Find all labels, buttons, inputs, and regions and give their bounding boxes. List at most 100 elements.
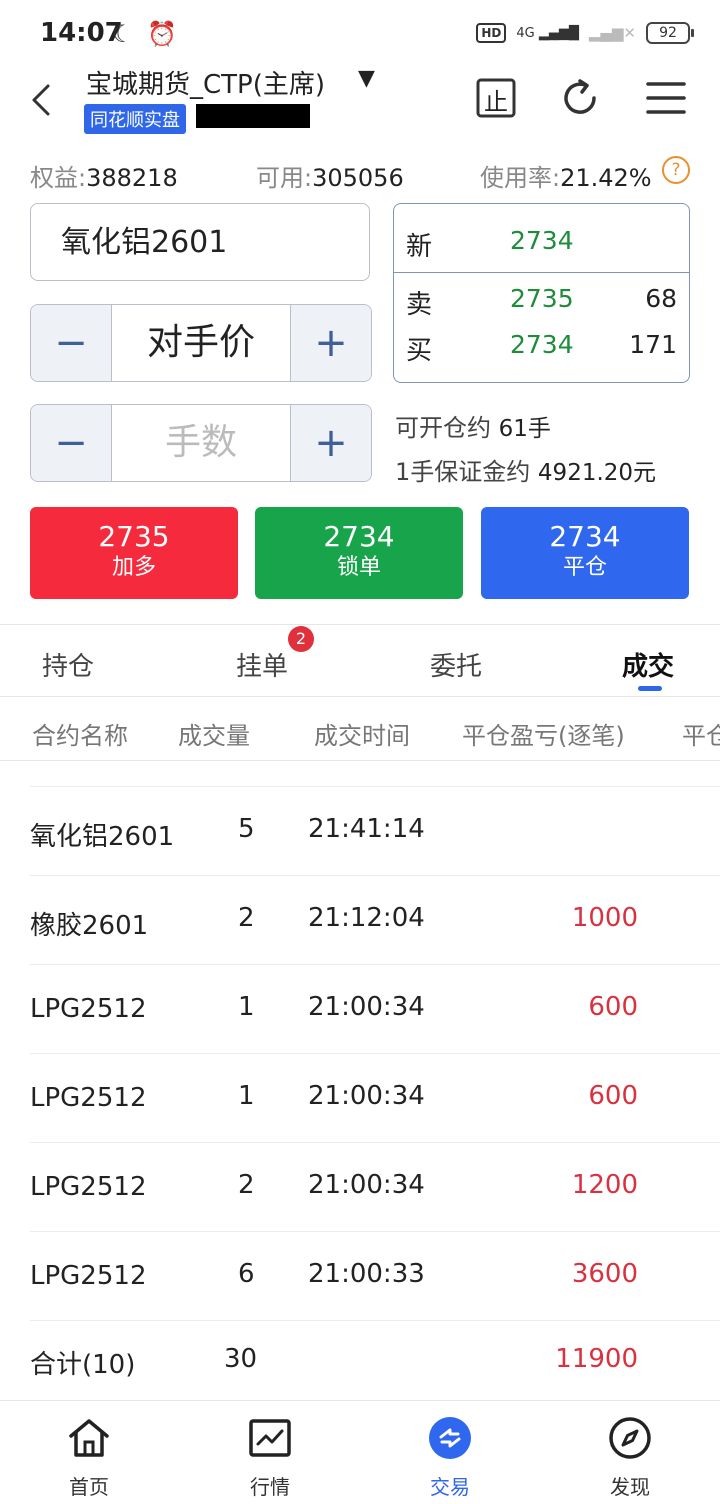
table-row[interactable]: LPG2512 6 21:00:33 3600 [0, 1231, 720, 1319]
table-row[interactable]: LPG2512 1 21:00:34 600 [0, 964, 720, 1052]
col-pnl: 平仓盈亏(逐笔) [462, 722, 625, 750]
account-title[interactable]: 宝城期货_CTP(主席) [86, 64, 325, 101]
divider [0, 760, 720, 761]
row-volume: 5 [238, 814, 255, 844]
divider [0, 1400, 720, 1401]
ask-price: 2735 [510, 284, 574, 313]
col-contract: 合约名称 [32, 722, 128, 750]
nav-discover-label: 发现 [610, 1475, 650, 1499]
quote-divider [394, 272, 689, 273]
price-mode[interactable]: 对手价 [111, 305, 291, 381]
row-contract: 氧化铝2601 [30, 822, 175, 852]
contract-input[interactable]: 氧化铝2601 [30, 203, 370, 281]
nav-trade[interactable]: 交易 [405, 1416, 495, 1500]
bid-price: 2734 [510, 330, 574, 359]
row-pnl: 600 [588, 1081, 638, 1111]
tab-indicator [638, 686, 662, 691]
margin-per-lot: 1手保证金约 4921.20元 [395, 458, 657, 486]
open-capacity: 可开仓约 61手 [395, 414, 551, 442]
row-pnl: 1000 [571, 903, 638, 933]
lock-button[interactable]: 2734 锁单 [255, 507, 463, 599]
signal-off-icon: ▂▄▆✕ [588, 24, 636, 42]
row-time: 21:00:34 [308, 1081, 425, 1111]
available-value: 305056 [312, 164, 404, 192]
nav-market[interactable]: 行情 [225, 1416, 315, 1500]
close-position-button[interactable]: 2734 平仓 [481, 507, 689, 599]
bid-volume: 171 [629, 330, 677, 359]
nav-trade-label: 交易 [430, 1475, 470, 1499]
col-close: 平仓 [682, 722, 720, 750]
ask-volume: 68 [645, 284, 677, 313]
nav-market-label: 行情 [250, 1475, 290, 1499]
back-icon[interactable] [28, 82, 58, 118]
signal-icon: 4G ▂▄▆█ [516, 25, 579, 41]
quantity-plus-button[interactable]: + [291, 405, 371, 481]
chart-icon [249, 1419, 291, 1457]
quote-panel: 新 2734 卖 2735 68 买 2734 171 [393, 203, 690, 383]
status-time: 14:07 [40, 18, 123, 48]
table-row[interactable]: 氧化铝2601 5 21:41:14 [0, 786, 720, 874]
compass-icon [609, 1417, 651, 1459]
tab-holdings[interactable]: 持仓 [42, 646, 94, 683]
stop-label: 止 [484, 88, 508, 116]
usage-rate: 使用率:21.42% [480, 164, 652, 192]
caret-down-icon[interactable]: ▼ [358, 66, 375, 91]
total-label: 合计(10) [30, 1350, 136, 1380]
divider [0, 696, 720, 697]
row-contract: LPG2512 [30, 1172, 147, 1202]
status-right: HD 4G ▂▄▆█ ▂▄▆✕ 92 [476, 22, 694, 44]
price-minus-button[interactable]: − [31, 305, 111, 381]
quantity-minus-button[interactable]: − [31, 405, 111, 481]
row-time: 21:00:34 [308, 992, 425, 1022]
row-time: 21:12:04 [308, 903, 425, 933]
nav-discover[interactable]: 发现 [585, 1416, 675, 1500]
status-icons: ☾ ⏰ [112, 20, 177, 48]
tab-pending[interactable]: 挂单 [236, 646, 288, 683]
moon-icon: ☾ [112, 20, 134, 48]
equity: 权益:388218 [30, 164, 178, 192]
row-time: 21:00:33 [308, 1259, 425, 1289]
row-volume: 1 [238, 992, 255, 1022]
nav-home-label: 首页 [69, 1475, 109, 1499]
row-volume: 2 [238, 903, 255, 933]
col-volume: 成交量 [178, 722, 250, 750]
alarm-icon: ⏰ [147, 20, 178, 48]
row-time: 21:41:14 [308, 814, 425, 844]
row-contract: LPG2512 [30, 1083, 147, 1113]
col-time: 成交时间 [314, 722, 410, 750]
stop-order-button[interactable]: 止 [476, 78, 516, 118]
table-row[interactable]: LPG2512 1 21:00:34 600 [0, 1053, 720, 1141]
row-pnl: 600 [588, 992, 638, 1022]
refresh-icon[interactable] [560, 78, 600, 118]
quantity-stepper: − 手数 + [30, 404, 372, 482]
home-icon [69, 1419, 109, 1457]
hd-icon: HD [476, 23, 507, 43]
row-pnl: 1200 [571, 1170, 638, 1200]
price-stepper: − 对手价 + [30, 304, 372, 382]
battery-icon: 92 [646, 22, 694, 44]
pending-badge: 2 [288, 626, 314, 652]
total-pnl: 11900 [555, 1344, 638, 1374]
row-volume: 1 [238, 1081, 255, 1111]
trade-icon [429, 1417, 471, 1459]
last-price: 2734 [510, 226, 574, 255]
price-plus-button[interactable]: + [291, 305, 371, 381]
row-time: 21:00:34 [308, 1170, 425, 1200]
table-row[interactable]: LPG2512 2 21:00:34 1200 [0, 1142, 720, 1230]
nav-home[interactable]: 首页 [44, 1416, 134, 1500]
buy-long-button[interactable]: 2735 加多 [30, 507, 238, 599]
total-volume: 30 [224, 1344, 258, 1374]
row-volume: 6 [238, 1259, 255, 1289]
table-row[interactable]: 橡胶2601 2 21:12:04 1000 [0, 875, 720, 963]
row-volume: 2 [238, 1170, 255, 1200]
row-pnl: 3600 [571, 1259, 638, 1289]
redacted-account [196, 104, 310, 128]
row-contract: 橡胶2601 [30, 911, 149, 941]
help-icon[interactable]: ? [662, 156, 690, 184]
quantity-input[interactable]: 手数 [111, 405, 291, 481]
menu-icon[interactable] [646, 78, 686, 118]
account-tag: 同花顺实盘 [84, 104, 186, 134]
row-contract: LPG2512 [30, 994, 147, 1024]
tab-trades[interactable]: 成交 [622, 646, 674, 683]
tab-orders[interactable]: 委托 [430, 646, 482, 683]
